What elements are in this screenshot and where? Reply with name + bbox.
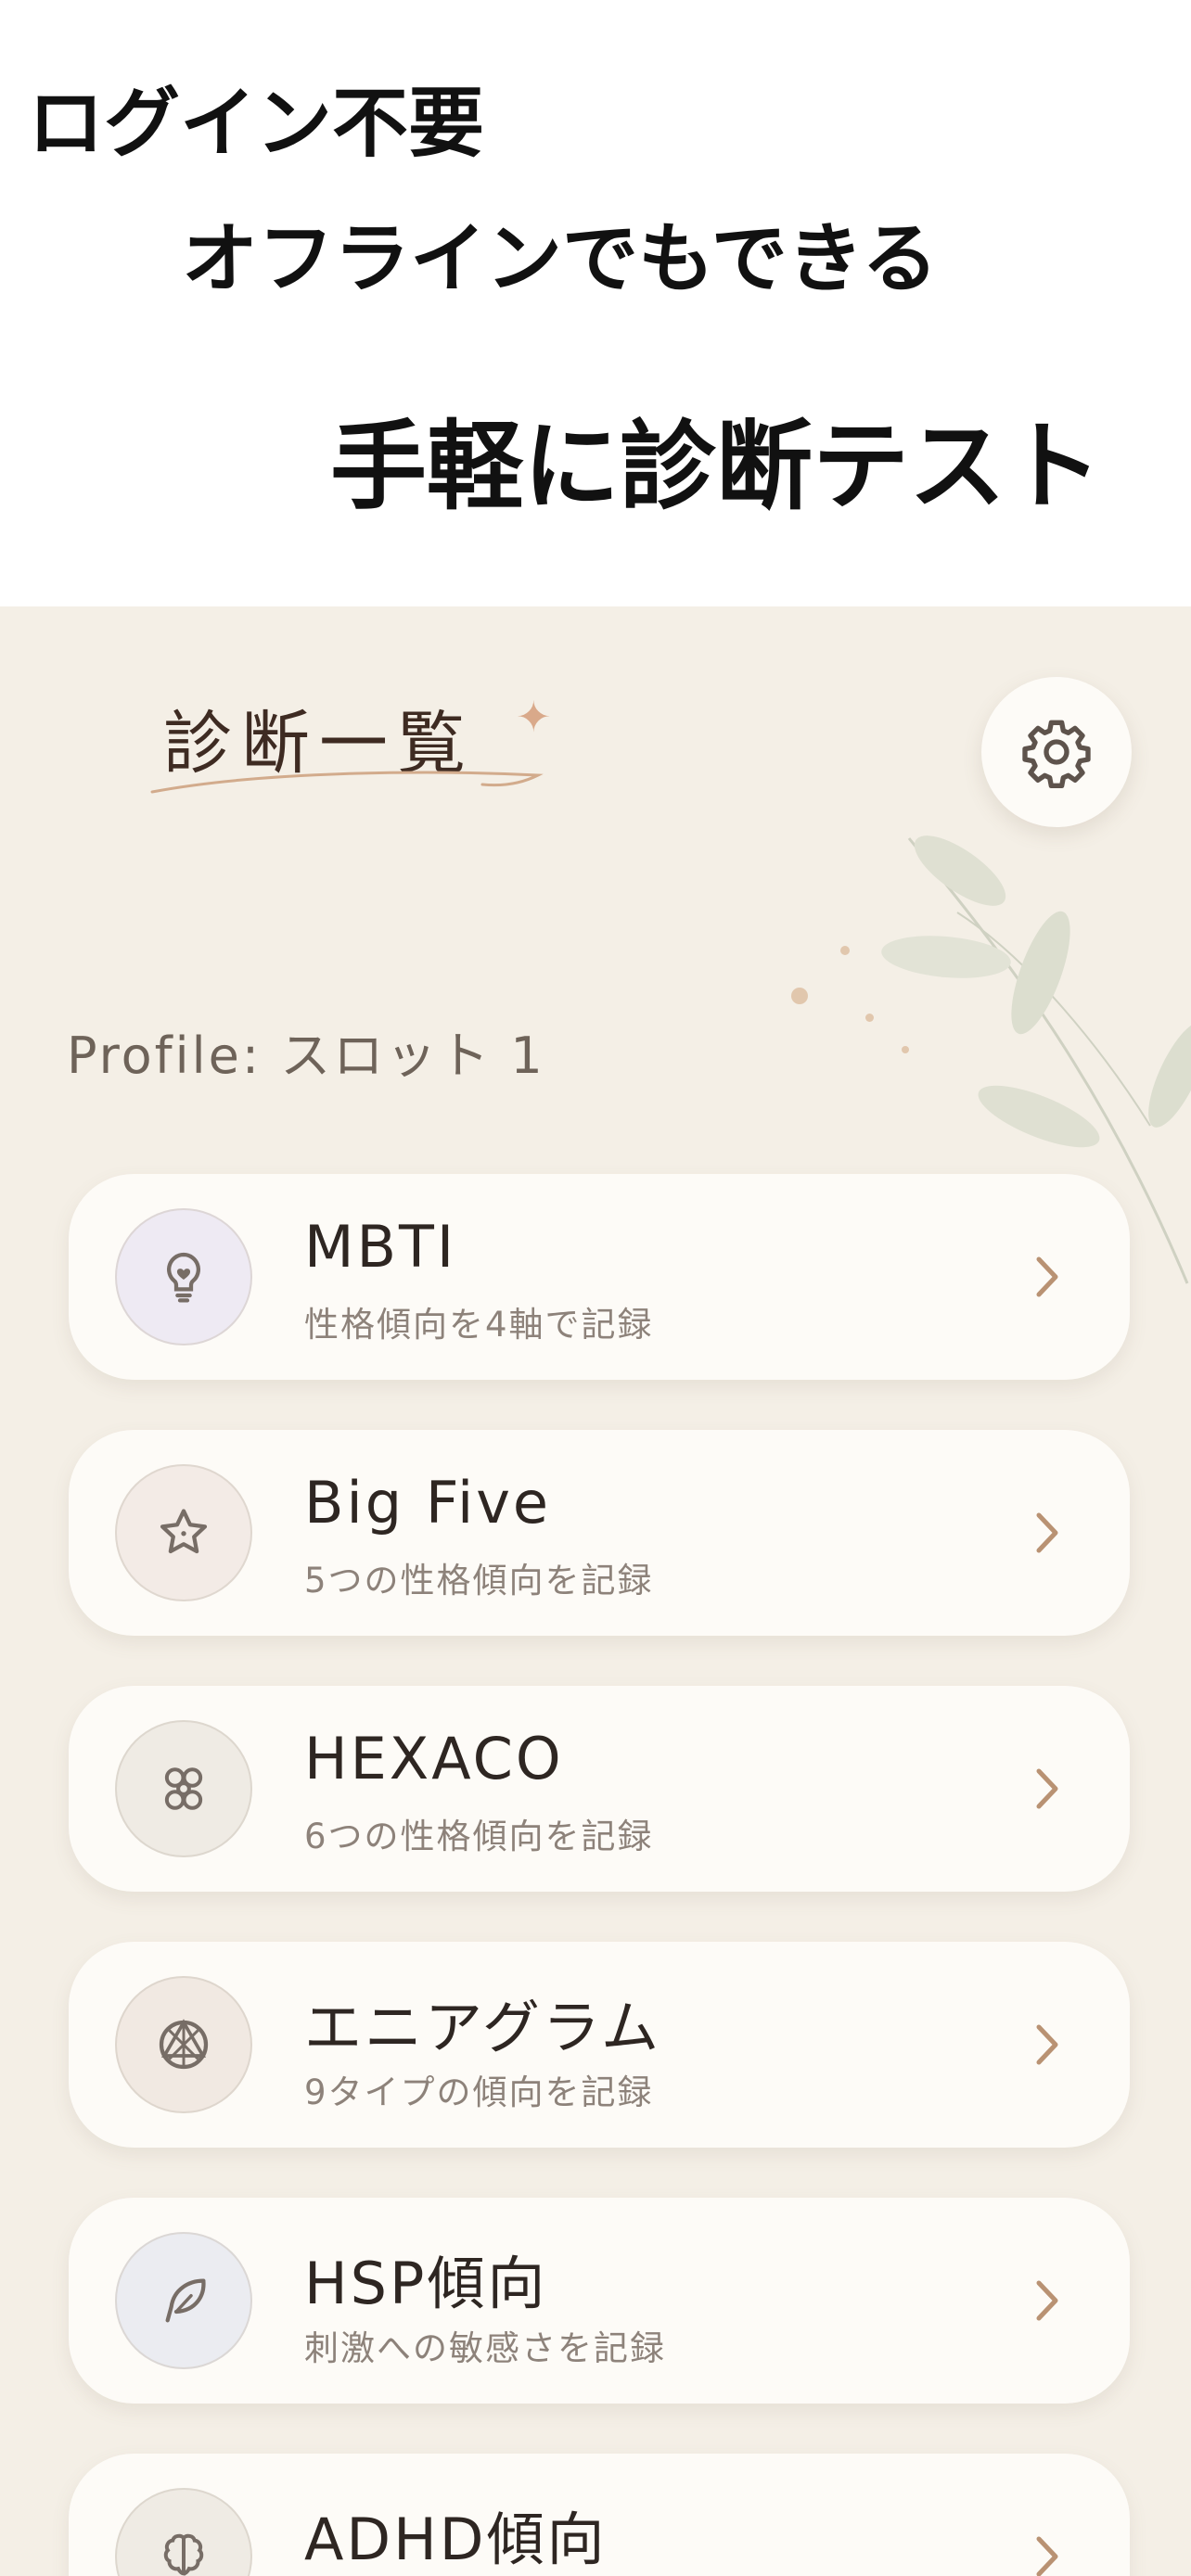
test-card-enneagram[interactable]: エニアグラム 9タイプの傾向を記録 <box>69 1942 1130 2148</box>
chevron-right-icon <box>1036 1768 1058 1809</box>
chevron-right-icon <box>1036 2024 1058 2065</box>
chevron-right-icon <box>1036 2280 1058 2321</box>
brain-icon <box>163 2533 204 2576</box>
promo-line-1: ログイン不要 <box>28 80 485 168</box>
icon-badge <box>115 1720 252 1857</box>
sparkle-icon: ✦ <box>516 692 552 742</box>
profile-slot-label: Profile: スロット 1 <box>67 1027 545 1085</box>
test-card-hexaco[interactable]: HEXACO 6つの性格傾向を記録 <box>69 1686 1130 1892</box>
app-screen: 診断一覧 ✦ Profile: スロット 1 MBTI 性格傾向を4軸で記録 B… <box>0 606 1191 2576</box>
decorative-dot <box>791 988 808 1004</box>
icon-badge <box>115 1976 252 2113</box>
title-underline-decoration <box>150 771 544 794</box>
test-name: HSP傾向 <box>304 2250 548 2317</box>
icon-badge <box>115 2232 252 2369</box>
icon-badge <box>115 1464 252 1601</box>
test-card-mbti[interactable]: MBTI 性格傾向を4軸で記録 <box>69 1174 1130 1380</box>
test-description: 6つの性格傾向を記録 <box>304 1817 654 1856</box>
test-name: Big Five <box>304 1469 552 1537</box>
decorative-dot <box>865 1014 874 1022</box>
test-description: 5つの性格傾向を記録 <box>304 1561 654 1600</box>
settings-button[interactable] <box>981 677 1132 827</box>
test-card-big-five[interactable]: Big Five 5つの性格傾向を記録 <box>69 1430 1130 1636</box>
hexagon-cluster-icon <box>164 1767 203 1810</box>
enneagram-icon <box>159 2019 209 2070</box>
test-name: ADHD傾向 <box>304 2506 608 2573</box>
test-card-hsp[interactable]: HSP傾向 刺激への敏感さを記録 <box>69 2198 1130 2404</box>
test-description: 性格傾向を4軸で記録 <box>304 1305 654 1345</box>
decorative-dot <box>902 1046 909 1053</box>
icon-badge <box>115 1208 252 1345</box>
promo-line-3: 手軽に診断テスト <box>330 410 1103 523</box>
star-icon <box>160 1509 208 1554</box>
promo-line-2: オフラインでもできる <box>182 215 939 303</box>
test-name: HEXACO <box>304 1725 564 1792</box>
promo-banner: ログイン不要 オフラインでもできる 手軽に診断テスト <box>0 0 1191 606</box>
feather-icon <box>165 2278 206 2323</box>
test-name: エニアグラム <box>304 1994 662 2061</box>
lightbulb-icon <box>167 1252 200 1303</box>
test-description: 9タイプの傾向を記録 <box>304 2072 654 2112</box>
icon-badge <box>115 2488 252 2576</box>
gear-icon <box>1022 720 1091 788</box>
test-description: 刺激への敏感さを記録 <box>304 2328 666 2368</box>
decorative-dot <box>840 946 850 955</box>
chevron-right-icon <box>1036 1256 1058 1297</box>
test-card-adhd[interactable]: ADHD傾向 <box>69 2454 1130 2576</box>
chevron-right-icon <box>1036 2536 1058 2576</box>
chevron-right-icon <box>1036 1512 1058 1553</box>
test-name: MBTI <box>304 1213 457 1281</box>
